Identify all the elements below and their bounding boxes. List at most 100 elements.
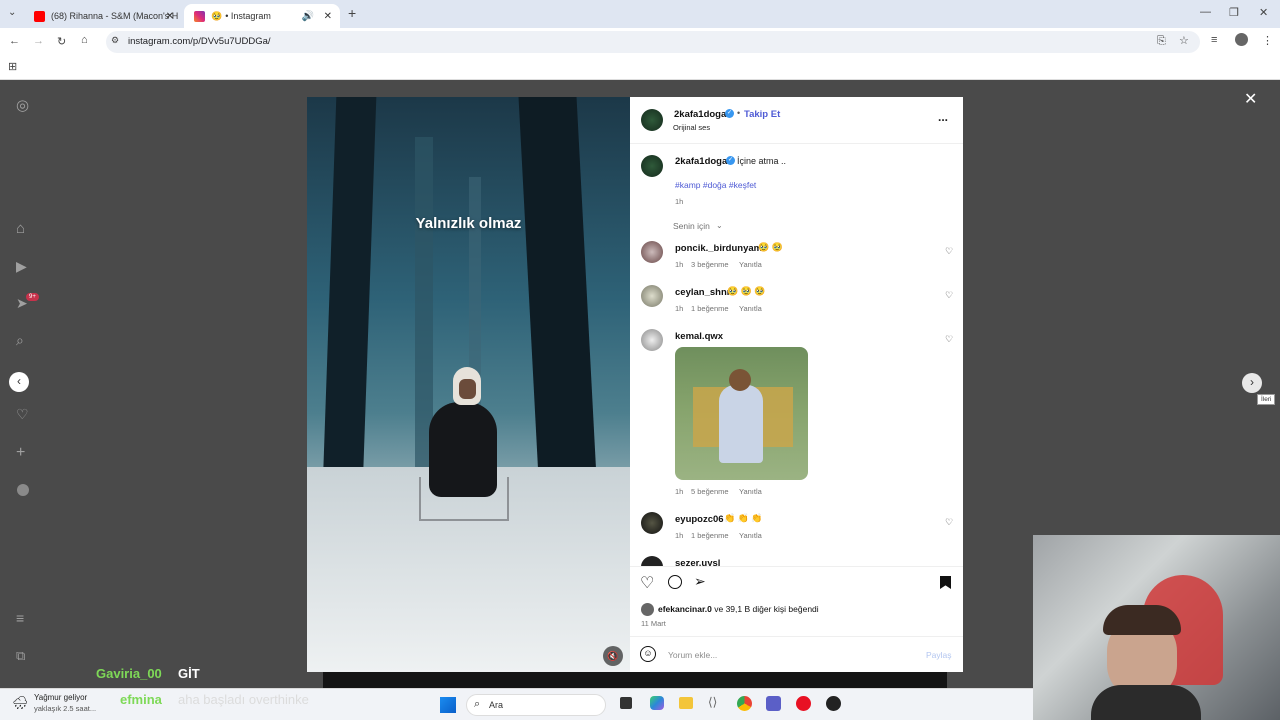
chat-username: Gaviria_00 [96, 666, 162, 681]
task-view-icon[interactable] [620, 697, 632, 709]
media-control-icon[interactable]: ≡ [1211, 34, 1217, 46]
comment-like-icon[interactable]: ♡ [945, 290, 953, 301]
maximize-icon[interactable]: ❐ [1229, 6, 1239, 19]
app-icon[interactable]: ⟨⟩ [708, 695, 717, 709]
comment-likes[interactable]: 1 beğenme [691, 304, 729, 313]
forward-icon[interactable]: → [33, 35, 44, 47]
save-bookmark-icon[interactable] [940, 576, 951, 589]
emoji-picker-icon[interactable]: ☺ [640, 646, 656, 662]
comment-username[interactable]: sezer.uysl [675, 558, 720, 566]
comment-avatar[interactable] [641, 556, 663, 566]
comment-username[interactable]: eyupozc06 [675, 514, 724, 525]
next-post-button[interactable]: › [1242, 373, 1262, 393]
app-icon[interactable] [796, 696, 811, 711]
comment-username[interactable]: ceylan_shnr [675, 287, 730, 298]
comment-text: 👏 👏 👏 [724, 513, 763, 523]
site-info-icon[interactable]: ⚙ [111, 35, 119, 46]
minimize-icon[interactable]: — [1200, 6, 1211, 18]
close-tab-icon[interactable]: ✕ [166, 11, 174, 22]
comment-gif[interactable] [675, 347, 808, 480]
tab-youtube[interactable]: (68) Rihanna - S&M (Macon's H ✕ [24, 4, 182, 28]
reels-nav-icon[interactable]: ▶ [16, 258, 27, 275]
comment-likes[interactable]: 1 beğenme [691, 531, 729, 540]
create-nav-icon[interactable]: + [16, 444, 25, 462]
url-text[interactable]: instagram.com/p/DVv5u7UDDGa/ [128, 36, 271, 47]
comment-username[interactable]: poncik._birdunyam [675, 243, 762, 254]
windows-start-icon[interactable] [440, 697, 456, 713]
background-video-strip [323, 672, 947, 688]
streamer-hair [1103, 605, 1181, 635]
menu-icon[interactable]: ⋮ [1262, 34, 1273, 47]
bookmark-star-icon[interactable]: ☆ [1179, 34, 1189, 47]
home-icon[interactable]: ⌂ [81, 34, 88, 46]
tree-trunk-left [321, 97, 377, 517]
instagram-logo-icon[interactable]: ◎ [16, 96, 29, 114]
reply-button[interactable]: Yanıtla [739, 304, 762, 313]
comment-like-icon[interactable]: ♡ [945, 517, 953, 528]
chevron-down-icon[interactable]: ⌄ [716, 221, 723, 230]
audio-label[interactable]: Orijinal ses [673, 123, 710, 132]
close-modal-icon[interactable]: ✕ [1244, 89, 1257, 109]
comment-likes[interactable]: 5 beğenme [691, 487, 729, 496]
comment-likes[interactable]: 3 beğenme [691, 260, 729, 269]
comment-like-icon[interactable]: ♡ [945, 334, 953, 345]
weather-icon[interactable]: 🌧 [12, 695, 29, 711]
comment-avatar[interactable] [641, 512, 663, 534]
comment-avatar[interactable] [641, 241, 663, 263]
home-nav-icon[interactable]: ⌂ [16, 220, 25, 237]
tab-search-chevron-icon[interactable]: ⌄ [8, 7, 16, 18]
author-username[interactable]: 2kafa1doga [674, 109, 726, 120]
follow-button[interactable]: Takip Et [744, 109, 780, 120]
install-icon[interactable]: ⎘ [1157, 35, 1166, 48]
comment-input[interactable]: Yorum ekle... [668, 650, 717, 660]
speaker-icon[interactable]: 🔊 [302, 11, 314, 22]
mute-toggle-icon[interactable]: 🔇 [603, 646, 623, 666]
comment-avatar[interactable] [641, 285, 663, 307]
tab-instagram[interactable]: 🥹 • Instagram 🔊 ✕ [184, 4, 340, 28]
author-avatar[interactable] [641, 109, 663, 131]
obs-icon[interactable] [826, 696, 841, 711]
file-explorer-icon[interactable] [679, 697, 693, 709]
liker-username[interactable]: efekancinar.0 [658, 604, 712, 614]
caption-username[interactable]: 2kafa1doga [675, 156, 727, 167]
reply-button[interactable]: Yanıtla [739, 260, 762, 269]
copilot-icon[interactable] [650, 696, 664, 710]
liker-avatar[interactable] [641, 603, 654, 616]
profile-nav-icon[interactable] [17, 484, 29, 496]
comment-avatar[interactable] [641, 329, 663, 351]
back-icon[interactable]: ← [9, 35, 20, 47]
taskbar-search[interactable]: ⌕ Ara [466, 694, 606, 716]
notifications-nav-icon[interactable]: ♡ [16, 406, 29, 423]
sort-comments-label[interactable]: Senin için [673, 221, 710, 231]
reload-icon[interactable]: ↻ [57, 35, 66, 48]
reply-button[interactable]: Yanıtla [739, 531, 762, 540]
like-icon[interactable]: ♡ [640, 573, 654, 593]
close-window-icon[interactable]: ✕ [1259, 6, 1268, 19]
post-video[interactable]: Yalnızlık olmaz 🔇 [307, 97, 630, 672]
chrome-icon[interactable] [737, 696, 752, 711]
also-from-meta-icon[interactable]: ⧉ [16, 648, 25, 664]
reply-button[interactable]: Yanıtla [739, 487, 762, 496]
previous-post-button[interactable]: ‹ [9, 372, 29, 392]
weather-subtitle[interactable]: yaklaşık 2.5 saat... [34, 704, 96, 713]
teams-icon[interactable] [766, 696, 781, 711]
apps-grid-icon[interactable]: ⊞ [8, 60, 17, 73]
new-tab-icon[interactable]: + [348, 5, 356, 21]
more-options-icon[interactable]: ... [938, 110, 948, 124]
close-tab-icon[interactable]: ✕ [324, 11, 332, 22]
caption-hashtags[interactable]: #kamp #doğa #keşfet [675, 180, 756, 190]
profile-avatar[interactable] [1235, 33, 1248, 46]
search-nav-icon[interactable]: ⌕ [16, 332, 24, 349]
post-comment-button[interactable]: Paylaş [926, 650, 952, 660]
caption-text: İçine atma .. [737, 156, 787, 166]
video-overlay-text: Yalnızlık olmaz [415, 215, 522, 232]
more-nav-icon[interactable]: ≡ [16, 610, 24, 626]
share-icon[interactable]: ➢ [694, 573, 706, 590]
comment-username[interactable]: kemal.qwx [675, 331, 723, 342]
comment-icon[interactable] [668, 575, 682, 589]
divider [630, 143, 963, 144]
weather-title[interactable]: Yağmur geliyor [34, 693, 87, 702]
comment-like-icon[interactable]: ♡ [945, 246, 953, 257]
caption-avatar[interactable] [641, 155, 663, 177]
tree-trunk-far [415, 137, 433, 467]
